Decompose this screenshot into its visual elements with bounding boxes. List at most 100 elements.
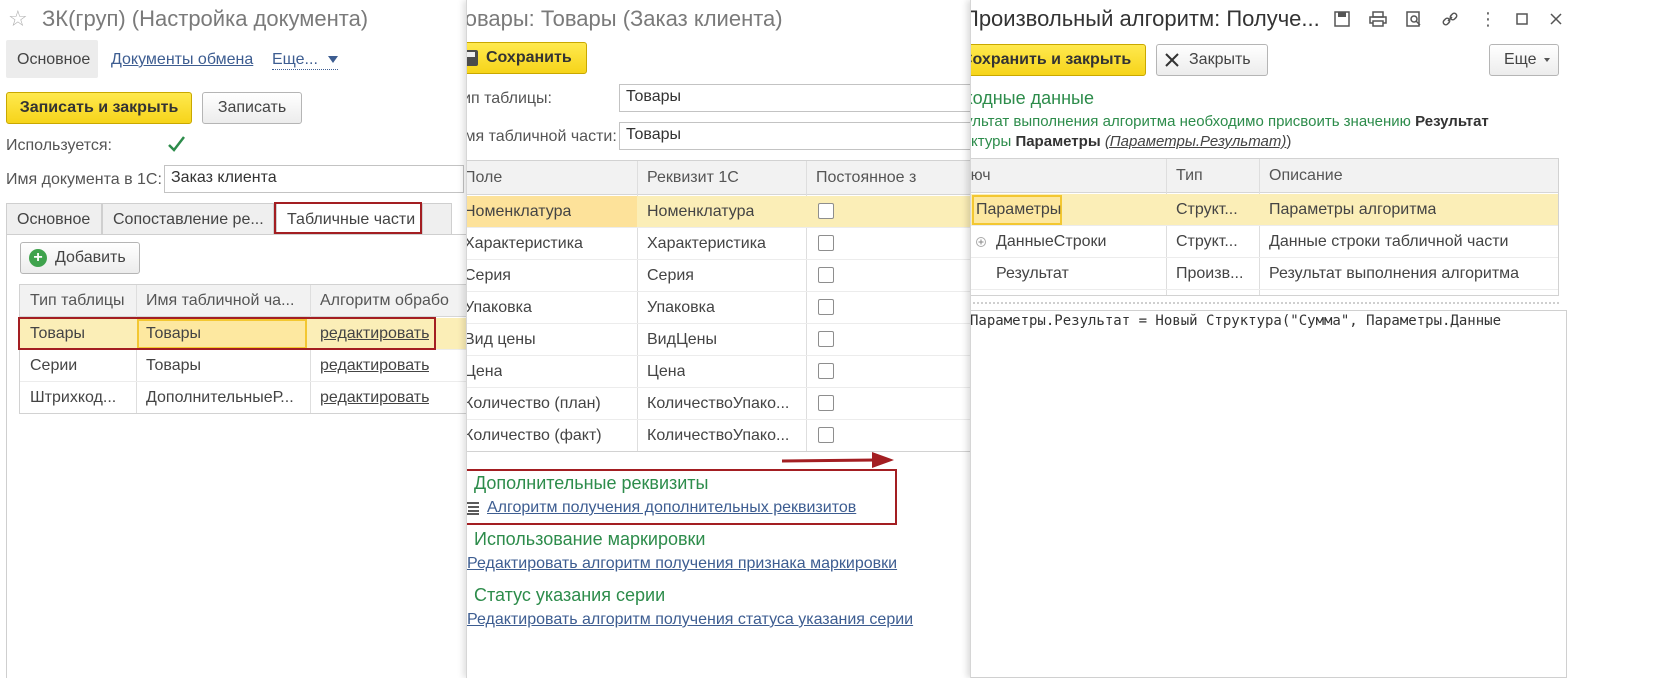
used-checkbox[interactable] bbox=[166, 134, 186, 154]
cell-attr: Серия bbox=[647, 267, 694, 284]
constant-checkbox[interactable] bbox=[818, 299, 834, 315]
cell-type: Штрихкод... bbox=[30, 389, 117, 406]
add-button[interactable]: + Добавить bbox=[20, 242, 140, 274]
series-status-algo-link[interactable]: Редактировать алгоритм получения статуса… bbox=[467, 611, 913, 629]
cell-field: Цена bbox=[466, 363, 503, 380]
cell-field: Вид цены bbox=[466, 331, 536, 348]
cell-attr: Упаковка bbox=[647, 299, 715, 316]
section-series-status[interactable]: Статус указания серии bbox=[467, 585, 665, 606]
table-type-field[interactable]: Товары bbox=[619, 84, 970, 112]
checkmark-icon bbox=[168, 136, 185, 152]
table-row[interactable]: Упаковка Упаковка bbox=[466, 292, 970, 324]
tab-mapping[interactable]: Сопоставление ре... bbox=[102, 203, 274, 235]
doc-name-field[interactable]: Заказ клиента bbox=[164, 165, 464, 193]
marking-algo-link[interactable]: Редактировать алгоритм получения признак… bbox=[467, 555, 897, 573]
nav-main[interactable]: Основное bbox=[17, 51, 90, 69]
close-button[interactable]: Закрыть bbox=[1156, 44, 1268, 76]
cell-field: Количество (факт) bbox=[466, 427, 602, 444]
part-name-label: Имя табличной части: bbox=[466, 128, 617, 145]
table-row[interactable]: Количество (план) КоличествоУпако... bbox=[466, 388, 970, 420]
table-row[interactable]: Результат Произв... Результат выполнения… bbox=[971, 258, 1558, 290]
constant-checkbox[interactable] bbox=[818, 427, 834, 443]
constant-checkbox[interactable] bbox=[818, 235, 834, 251]
cell-field: Характеристика bbox=[466, 235, 583, 252]
cell-name: Товары bbox=[146, 357, 202, 374]
constant-checkbox[interactable] bbox=[818, 395, 834, 411]
col-header-constant[interactable]: Постоянное з bbox=[816, 169, 926, 187]
highlight-box-row bbox=[18, 317, 436, 350]
cell-field: Серия bbox=[466, 267, 511, 284]
table-row[interactable]: Характеристика Характеристика bbox=[466, 228, 970, 260]
save-and-close-button[interactable]: Записать и закрыть bbox=[6, 92, 192, 124]
col-header-desc[interactable]: Описание bbox=[1269, 167, 1343, 185]
col-header-type[interactable]: Тип bbox=[1176, 167, 1203, 185]
constant-checkbox[interactable] bbox=[818, 331, 834, 347]
code-editor[interactable]: Параметры.Результат = Новый Структура("С… bbox=[970, 310, 1567, 678]
print-icon[interactable] bbox=[1367, 8, 1389, 30]
constant-checkbox[interactable] bbox=[818, 363, 834, 379]
edit-algo-link[interactable]: редактировать bbox=[320, 389, 429, 407]
col-header-key[interactable]: Ключ bbox=[971, 167, 991, 185]
save-button[interactable]: Сохранить bbox=[467, 42, 587, 74]
constant-checkbox[interactable] bbox=[818, 203, 834, 219]
constant-checkbox[interactable] bbox=[818, 267, 834, 283]
dropdown-arrow-icon bbox=[328, 56, 339, 64]
save-and-close-button[interactable]: Сохранить и закрыть bbox=[970, 44, 1146, 76]
cell-type: Серии bbox=[30, 357, 78, 374]
col-header-field[interactable]: Поле bbox=[467, 169, 502, 187]
grid-header: Поле Реквизит 1С Постоянное з bbox=[467, 161, 970, 195]
nav-exchange-docs[interactable]: Документы обмена bbox=[111, 51, 253, 69]
part-name-field[interactable]: Товары bbox=[619, 122, 970, 150]
splitter[interactable] bbox=[971, 302, 1559, 304]
cell-attr: ВидЦены bbox=[647, 331, 718, 348]
edit-algo-link[interactable]: редактировать bbox=[320, 357, 429, 375]
code-line: Параметры.Результат = Новый Структура("С… bbox=[970, 313, 1502, 329]
cell-attr: Цена bbox=[647, 363, 686, 380]
table-row[interactable]: Количество (факт) КоличествоУпако... bbox=[466, 420, 970, 451]
hint-text-bold: Параметры bbox=[1015, 133, 1101, 150]
save-and-close-label: Сохранить и закрыть bbox=[970, 51, 1132, 68]
favorite-star-icon[interactable]: ☆ bbox=[8, 6, 28, 32]
col-header-attr[interactable]: Реквизит 1С bbox=[647, 169, 739, 187]
cell-field: Количество (план) bbox=[466, 395, 601, 412]
window-title: Товары: Товары (Заказ клиента) bbox=[466, 6, 783, 31]
table-row[interactable]: Серия Серия bbox=[466, 260, 970, 292]
table-row[interactable]: Серии Товары редактировать bbox=[20, 350, 466, 382]
close-icon[interactable] bbox=[1545, 8, 1567, 30]
expand-icon[interactable] bbox=[976, 237, 986, 247]
tab-more[interactable] bbox=[422, 203, 452, 235]
hint-text: Результат выполнения алгоритма необходим… bbox=[971, 112, 1561, 152]
preview-icon[interactable] bbox=[1403, 8, 1425, 30]
save-icon[interactable] bbox=[1331, 8, 1353, 30]
table-row[interactable]: ДанныеСтроки Структ... Данные строки таб… bbox=[971, 226, 1558, 258]
fields-grid: Поле Реквизит 1С Постоянное з Номенклату… bbox=[466, 160, 970, 452]
table-row[interactable]: Цена Цена bbox=[466, 356, 970, 388]
table-row[interactable]: Вид цены ВидЦены bbox=[466, 324, 970, 356]
section-marking[interactable]: Использование маркировки bbox=[467, 529, 705, 550]
table-part-window: Товары: Товары (Заказ клиента) Сохранить… bbox=[466, 0, 970, 678]
highlight-box-section bbox=[467, 469, 897, 525]
cell-attr: КоличествоУпако... bbox=[647, 395, 790, 412]
save-button[interactable]: Записать bbox=[202, 92, 302, 124]
table-row[interactable]: Номенклатура Номенклатура bbox=[467, 196, 970, 228]
nav-more[interactable]: Еще... bbox=[272, 51, 339, 70]
dropdown-arrow-icon bbox=[1544, 58, 1550, 62]
result-reference-link[interactable]: (Параметры.Результат) bbox=[1105, 133, 1287, 150]
col-header-algo[interactable]: Алгоритм обрабо bbox=[320, 292, 466, 310]
col-header-name[interactable]: Имя табличной ча... bbox=[146, 292, 306, 310]
close-button-label: Закрыть bbox=[1189, 51, 1251, 68]
section-input-data[interactable]: Входные данные bbox=[971, 88, 1094, 109]
cell-field: Упаковка bbox=[466, 299, 532, 316]
more-button[interactable]: Еще bbox=[1489, 44, 1559, 76]
window-title: Произвольный алгоритм: Получе... bbox=[970, 6, 1320, 31]
maximize-icon[interactable] bbox=[1511, 8, 1533, 30]
cell-desc: Параметры алгоритма bbox=[1269, 201, 1437, 218]
col-header-type[interactable]: Тип таблицы bbox=[30, 292, 130, 310]
more-button-label: Еще bbox=[1504, 51, 1537, 68]
link-icon[interactable] bbox=[1439, 8, 1461, 30]
tab-main[interactable]: Основное bbox=[6, 203, 102, 235]
hint-text-bold: Результат bbox=[1415, 113, 1489, 130]
more-vertical-icon[interactable]: ⋮ bbox=[1477, 8, 1499, 30]
table-row[interactable]: Параметры Структ... Параметры алгоритма bbox=[971, 194, 1558, 226]
table-row[interactable]: Штрихкод... ДополнительныеР... редактиро… bbox=[20, 382, 466, 413]
